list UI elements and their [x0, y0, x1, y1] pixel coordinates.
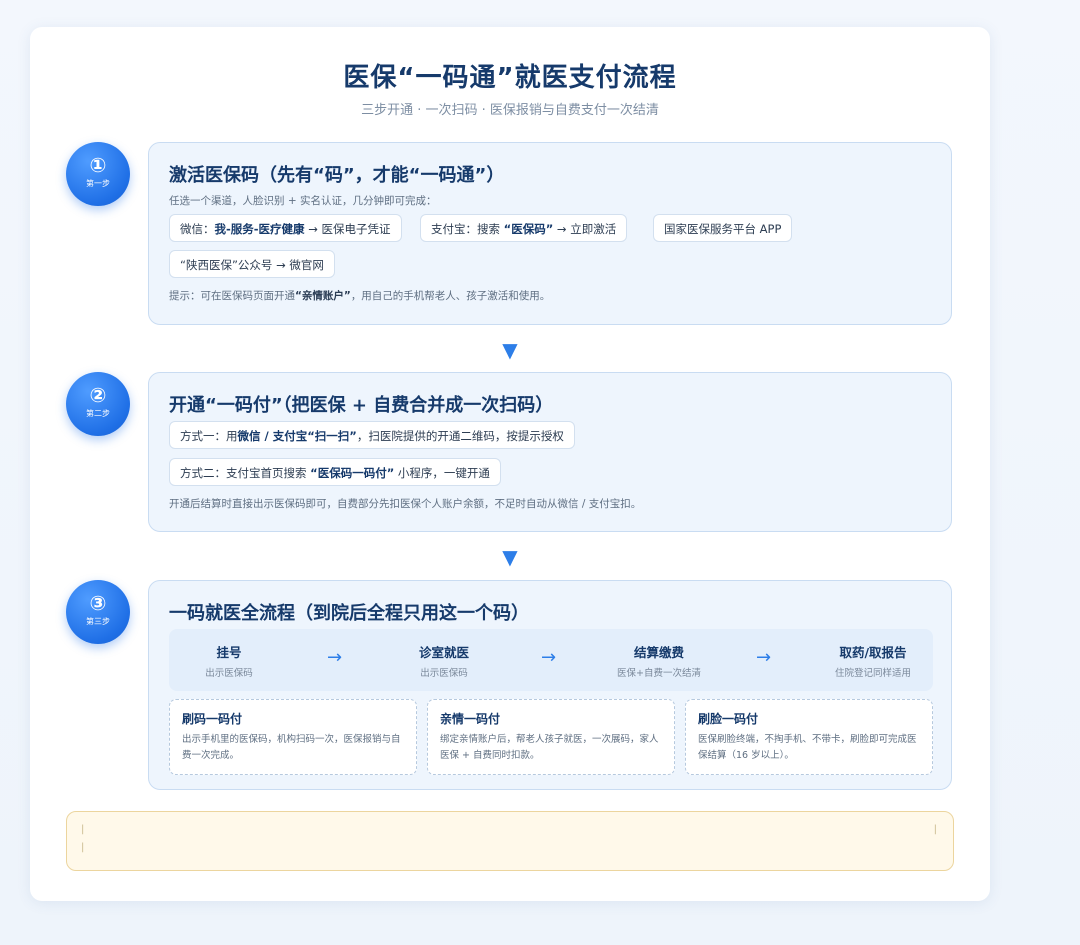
flow-step-sub: 住院登记同样适用 — [834, 668, 911, 679]
step-1-tip: 提示：可在医保码页面开通“亲情账户”，用自己的手机帮老人、孩子激活和使用。 — [169, 288, 550, 303]
tip-bold: “亲情账户” — [295, 290, 351, 302]
card-text: 绑定亲情账户后，帮老人孩子就医，一次展码，家人医保 + 自费同时扣款。 — [440, 734, 659, 761]
chip-bold: 我-服务-医疗健康 — [214, 222, 305, 236]
chip-bold: “医保码一码付” — [310, 466, 395, 480]
step-1-intro: 任选一个渠道，人脸识别 + 实名认证，几分钟即可完成： — [169, 195, 437, 207]
flow-step-title: 诊室就医 — [418, 645, 469, 660]
step-number: ② — [89, 383, 107, 407]
step-1-panel: 激活医保码（先有“码”，才能“一码通”） 任选一个渠道，人脸识别 + 实名认证，… — [148, 142, 952, 325]
method-2: 方式二：支付宝首页搜索 “医保码一码付” 小程序，一键开通 — [169, 458, 501, 486]
notice-box: | | | — [66, 811, 954, 871]
chip-text: 支付宝：搜索 — [431, 222, 504, 236]
card-title: 刷码一码付 — [182, 712, 243, 726]
channel-wechat: 微信：我-服务-医疗健康 → 医保电子凭证 — [169, 214, 402, 242]
flow-step-sub: 出示医保码 — [205, 668, 253, 679]
channel-shaanxi-official: “陕西医保”公众号 → 微官网 — [169, 250, 335, 278]
card-face-pay: 刷脸一码付 医保刷脸终端，不掏手机、不带卡，刷脸即可完成医保结算（16 岁以上）… — [685, 699, 933, 775]
chip-text: 微信： — [180, 222, 215, 236]
step-number: ③ — [89, 591, 107, 615]
step-2-badge: ② 第二步 — [66, 372, 130, 436]
chip-text: “陕西医保”公众号 → 微官网 — [180, 258, 324, 272]
flow-step-pickup: 取药/取报告 住院登记同样适用 — [803, 642, 943, 679]
card-text: 医保刷脸终端，不掏手机、不带卡，刷脸即可完成医保结算（16 岁以上）。 — [698, 734, 917, 761]
card-scan-pay: 刷码一码付 出示手机里的医保码，机构扫码一次，医保报销与自费一次完成。 — [169, 699, 417, 775]
step-label: 第一步 — [86, 179, 110, 188]
step-3-title: 一码就医全流程（到院后全程只用这一个码） — [169, 603, 529, 624]
down-arrow-icon: ▼ — [502, 545, 518, 569]
chip-text: 小程序，一键开通 — [394, 466, 490, 480]
tip-text: 提示：可在医保码页面开通 — [169, 290, 295, 302]
flow-step-sub: 医保+自费一次结清 — [617, 668, 701, 679]
card-title: 亲情一码付 — [440, 712, 501, 726]
flow-step-title: 结算缴费 — [633, 645, 684, 660]
page-subtitle: 三步开通 · 一次扫码 · 医保报销与自费支付一次结清 — [361, 103, 659, 118]
step-1-badge: ① 第一步 — [66, 142, 130, 206]
quote-mark: | — [933, 824, 937, 835]
right-arrow-icon: → — [756, 647, 772, 668]
flow-step-title: 挂号 — [216, 645, 242, 660]
step-2-panel: 开通“一码付”（把医保 + 自费合并成一次扫码） 方式一：用微信 / 支付宝“扫… — [148, 372, 952, 532]
step-label: 第二步 — [86, 409, 110, 418]
step-3-badge: ③ 第三步 — [66, 580, 130, 644]
flow-step-sub: 出示医保码 — [420, 668, 468, 679]
chip-text: 方式二：支付宝首页搜索 — [180, 466, 311, 480]
channel-alipay: 支付宝：搜索 “医保码” → 立即激活 — [420, 214, 628, 242]
right-arrow-icon: → — [541, 647, 557, 668]
chip-bold: 微信 / 支付宝“扫一扫” — [237, 429, 357, 443]
step-3-panel: 一码就医全流程（到院后全程只用这一个码） 挂号 出示医保码 → 诊室就医 出示医… — [148, 580, 952, 790]
step-number: ① — [89, 153, 107, 177]
step-label: 第三步 — [86, 617, 110, 626]
process-flow: 挂号 出示医保码 → 诊室就医 出示医保码 → 结算缴费 医保+自费一次结清 →… — [169, 629, 933, 691]
chip-text: 国家医保服务平台 APP — [664, 222, 782, 236]
chip-text: → 立即激活 — [553, 222, 617, 236]
card-title: 刷脸一码付 — [698, 712, 759, 726]
page-title: 医保“一码通”就医支付流程 — [343, 63, 677, 93]
card-text: 出示手机里的医保码，机构扫码一次，医保报销与自费一次完成。 — [182, 734, 401, 761]
step-2-note: 开通后结算时直接出示医保码即可，自费部分先扣医保个人账户余额，不足时自动从微信 … — [169, 498, 642, 510]
flow-step-payment: 结算缴费 医保+自费一次结清 — [589, 642, 729, 679]
chip-bold: “医保码” — [503, 222, 554, 236]
tip-text: ，用自己的手机帮老人、孩子激活和使用。 — [350, 290, 551, 302]
step-1-title: 激活医保码（先有“码”，才能“一码通”） — [169, 165, 505, 186]
flow-step-consult: 诊室就医 出示医保码 — [374, 642, 514, 679]
quote-mark: | — [81, 824, 85, 835]
down-arrow-icon: ▼ — [502, 338, 518, 362]
quote-mark: | — [81, 842, 85, 853]
card-family-pay: 亲情一码付 绑定亲情账户后，帮老人孩子就医，一次展码，家人医保 + 自费同时扣款… — [427, 699, 675, 775]
chip-text: 方式一：用 — [180, 429, 238, 443]
method-1: 方式一：用微信 / 支付宝“扫一扫”，扫医院提供的开通二维码，按提示授权 — [169, 421, 575, 449]
channel-national-app: 国家医保服务平台 APP — [653, 214, 793, 242]
flow-step-register: 挂号 出示医保码 — [159, 642, 299, 679]
chip-text: ，扫医院提供的开通二维码，按提示授权 — [356, 429, 564, 443]
step-2-title: 开通“一码付”（把医保 + 自费合并成一次扫码） — [169, 395, 554, 416]
flow-step-title: 取药/取报告 — [839, 645, 907, 660]
chip-text: → 医保电子凭证 — [304, 222, 391, 236]
right-arrow-icon: → — [327, 647, 343, 668]
